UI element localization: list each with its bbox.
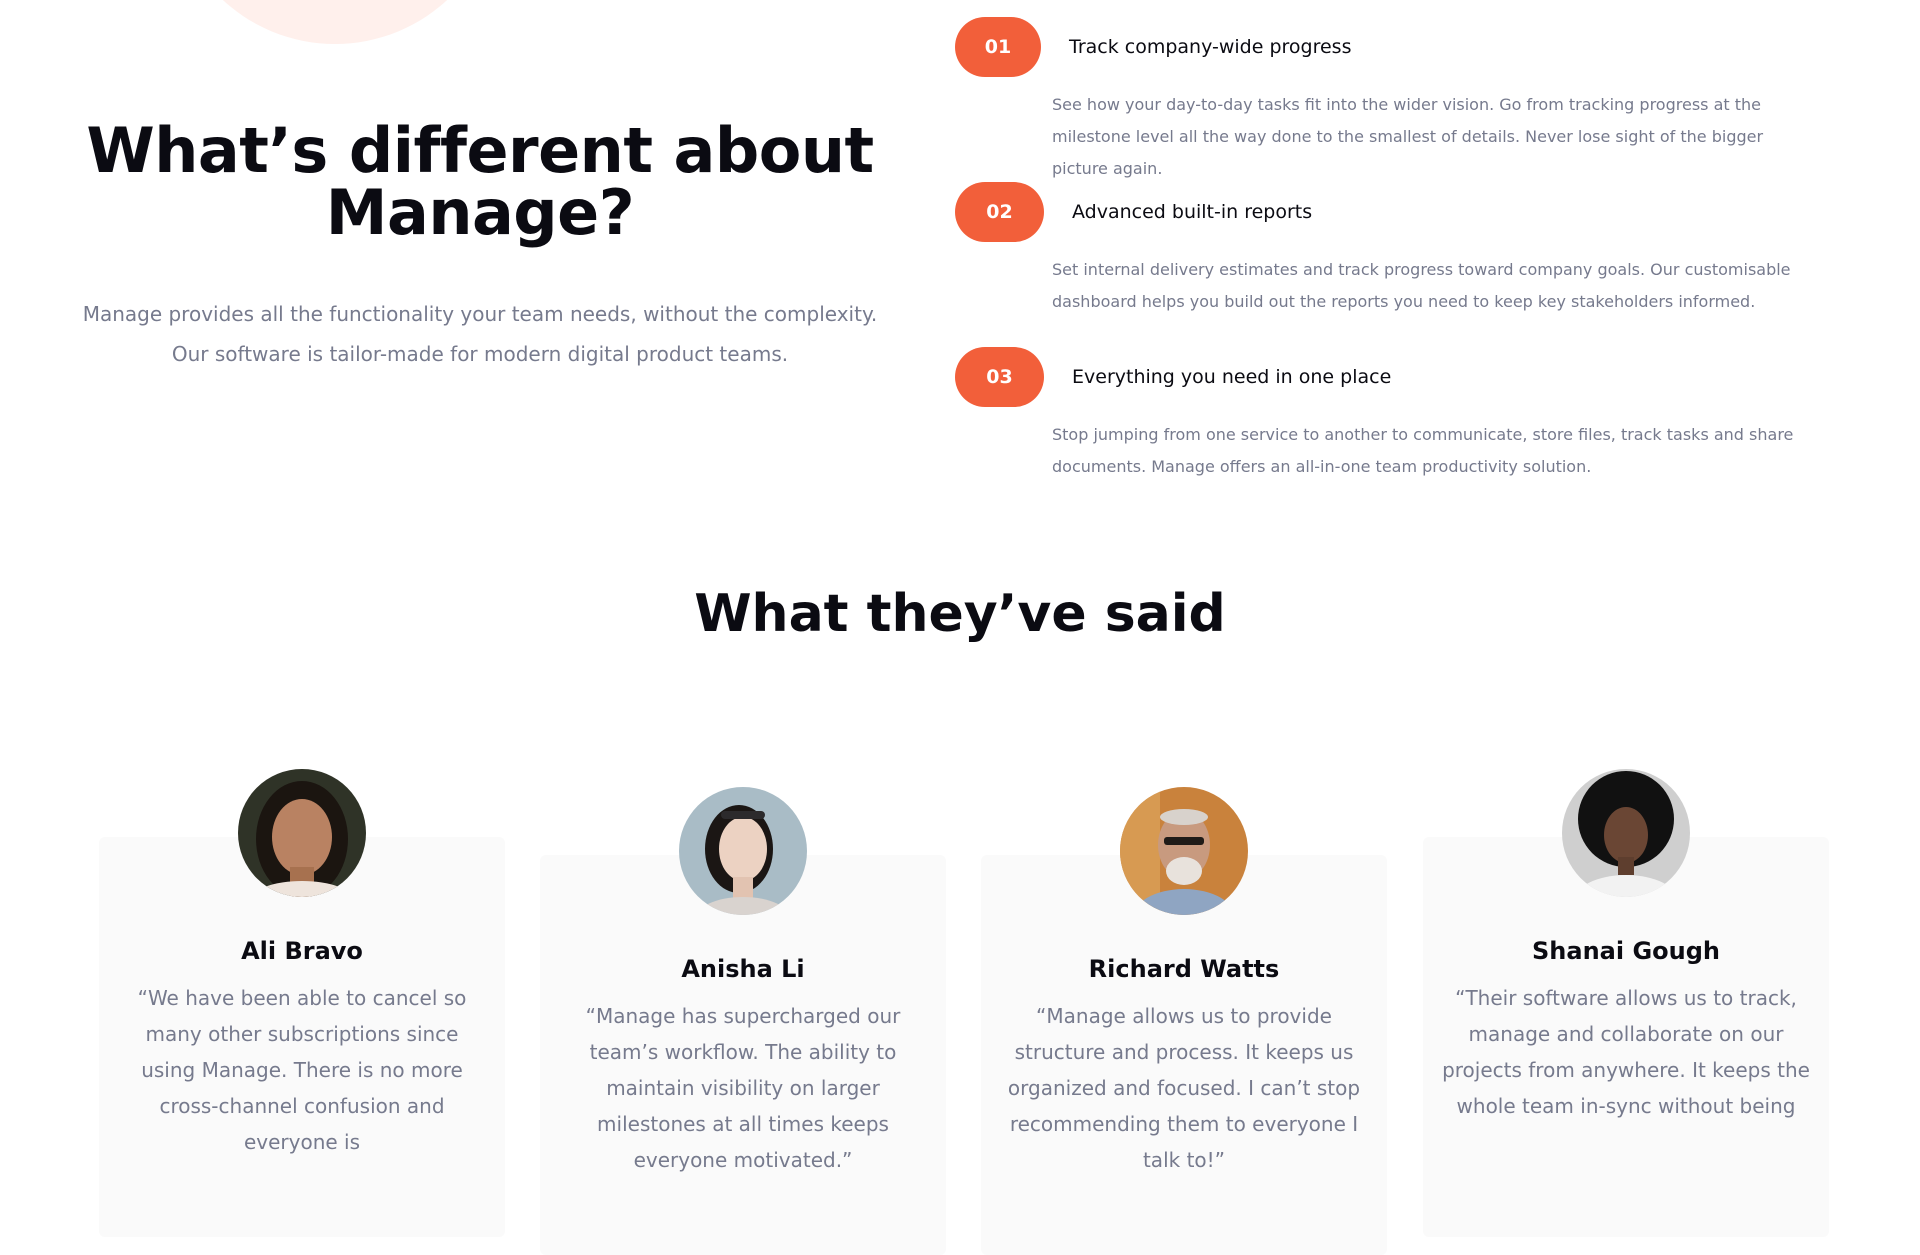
feature-number-badge: 02 xyxy=(955,182,1044,242)
feature-title: Everything you need in one place xyxy=(1072,366,1392,388)
testimonial-card: Shanai Gough “Their software allows us t… xyxy=(1423,837,1829,1237)
testimonial-name: Anisha Li xyxy=(681,955,805,983)
testimonial-quote: “Manage has supercharged our team’s work… xyxy=(585,1004,901,1172)
testimonial-name: Shanai Gough xyxy=(1532,937,1720,965)
testimonials-heading: What they’ve said xyxy=(694,584,1226,644)
testimonial-card: Ali Bravo “We have been able to cancel s… xyxy=(99,837,505,1237)
testimonial-name: Ali Bravo xyxy=(241,937,363,965)
decorative-circle xyxy=(170,0,500,44)
section-description-line-2: Our software is tailor-made for modern d… xyxy=(171,342,789,366)
feature-description: Set internal delivery estimates and trac… xyxy=(1052,260,1791,311)
section-description: Manage provides all the functionality yo… xyxy=(80,294,880,374)
feature-number-badge: 03 xyxy=(955,347,1044,407)
testimonial-card: Anisha Li “Manage has supercharged our t… xyxy=(540,855,946,1255)
avatar-ali-bravo xyxy=(238,769,366,897)
avatar-shanai-gough xyxy=(1562,769,1690,897)
testimonial-quote: “Their software allows us to track, mana… xyxy=(1442,986,1810,1118)
feature-title: Track company-wide progress xyxy=(1069,36,1352,58)
feature-description: See how your day-to-day tasks fit into t… xyxy=(1052,95,1764,178)
section-description-line-1: Manage provides all the functionality yo… xyxy=(82,302,878,326)
avatar-anisha-li xyxy=(679,787,807,915)
avatar-richard-watts xyxy=(1120,787,1248,915)
testimonial-quote: “We have been able to cancel so many oth… xyxy=(137,986,467,1154)
testimonial-card: Richard Watts “Manage allows us to provi… xyxy=(981,855,1387,1255)
feature-description: Stop jumping from one service to another… xyxy=(1052,425,1794,476)
testimonial-name: Richard Watts xyxy=(1088,955,1280,983)
feature-number-badge: 01 xyxy=(955,17,1041,77)
section-title: What’s different about Manage? xyxy=(80,120,880,244)
feature-title: Advanced built-in reports xyxy=(1072,201,1313,223)
section-title-line-2: Manage? xyxy=(325,176,635,249)
testimonial-quote: “Manage allows us to provide structure a… xyxy=(1007,1004,1361,1172)
